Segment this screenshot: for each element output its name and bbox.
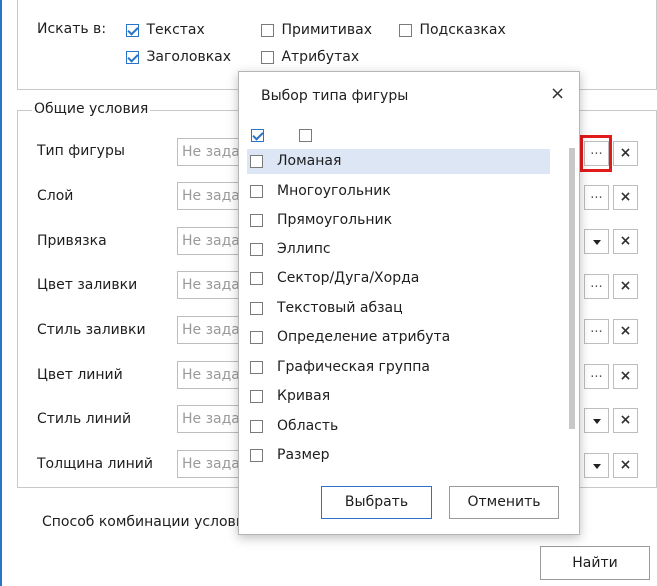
line-style-label: Стиль линий <box>37 411 132 427</box>
shape-type-clear-button[interactable]: × <box>613 141 638 166</box>
list-item[interactable]: Кривая <box>247 384 550 409</box>
item-checkbox[interactable] <box>250 302 263 315</box>
line-width-label: Толщина линий <box>37 456 153 472</box>
list-item[interactable]: Сектор/Дуга/Хорда <box>247 266 550 291</box>
primitives-checkbox[interactable] <box>261 23 274 37</box>
binding-dropdown-button[interactable] <box>584 229 609 254</box>
line-color-browse-button[interactable]: ... <box>584 364 609 389</box>
item-label: Область <box>277 418 339 434</box>
item-checkbox[interactable] <box>250 361 263 374</box>
item-checkbox[interactable] <box>250 214 263 227</box>
fill-color-label: Цвет заливки <box>37 277 138 293</box>
shape-type-label: Тип фигуры <box>37 143 125 159</box>
list-item[interactable]: Область <box>247 414 550 439</box>
deselect-all-checkbox[interactable] <box>299 128 313 142</box>
item-label: Многоугольник <box>277 183 391 199</box>
line-width-dropdown-button[interactable] <box>584 453 609 478</box>
dialog-title: Выбор типа фигуры <box>261 88 409 104</box>
primitives-label: Примитивах <box>281 22 372 38</box>
list-scrollbar[interactable] <box>569 148 575 429</box>
binding-field[interactable]: Не задано <box>177 227 247 255</box>
item-label: Ломаная <box>277 153 342 169</box>
shape-type-dialog: Выбор типа фигуры × Ломаная Многоугольни… <box>238 71 580 535</box>
chevron-down-icon <box>592 240 601 245</box>
binding-label: Привязка <box>37 233 107 249</box>
hints-label: Подсказках <box>419 22 506 38</box>
list-item[interactable]: Многоугольник <box>247 179 550 204</box>
fill-color-browse-button[interactable]: ... <box>584 274 609 299</box>
window-left-edge <box>0 0 2 586</box>
texts-checkbox[interactable] <box>126 23 139 37</box>
list-item[interactable]: Текстовый абзац <box>247 296 550 321</box>
find-button[interactable]: Найти <box>540 546 650 580</box>
fill-style-field[interactable]: Не задано <box>177 316 247 344</box>
item-label: Прямоугольник <box>277 212 393 228</box>
fill-color-clear-button[interactable]: × <box>613 274 638 299</box>
item-checkbox[interactable] <box>250 420 263 433</box>
line-color-clear-button[interactable]: × <box>613 364 638 389</box>
item-label: Текстовый абзац <box>277 300 403 316</box>
search-in-attributes-option[interactable]: Атрибутах <box>261 49 359 65</box>
search-in-label: Искать в: <box>37 21 107 37</box>
line-color-field[interactable]: Не задано <box>177 361 247 389</box>
item-label: Определение атрибута <box>277 329 451 345</box>
chevron-down-icon <box>592 419 601 424</box>
highlight-frame <box>580 135 612 172</box>
fill-style-label: Стиль заливки <box>37 322 146 338</box>
item-checkbox[interactable] <box>250 155 263 168</box>
chevron-down-icon <box>592 464 601 469</box>
line-style-clear-button[interactable]: × <box>613 408 638 433</box>
headers-checkbox[interactable] <box>126 50 139 64</box>
select-button[interactable]: Выбрать <box>321 486 432 519</box>
binding-clear-button[interactable]: × <box>613 229 638 254</box>
line-style-field[interactable]: Не задано <box>177 405 247 433</box>
search-in-hints-option[interactable]: Подсказках <box>399 22 506 38</box>
item-checkbox[interactable] <box>250 185 263 198</box>
fill-style-browse-button[interactable]: ... <box>584 319 609 344</box>
select-all-checkbox[interactable] <box>251 128 264 142</box>
layer-clear-button[interactable]: × <box>613 185 638 210</box>
list-item[interactable]: Ломаная <box>247 149 550 174</box>
item-checkbox[interactable] <box>250 243 263 256</box>
cancel-button[interactable]: Отменить <box>449 486 559 519</box>
search-in-primitives-option[interactable]: Примитивах <box>261 22 372 38</box>
item-checkbox[interactable] <box>250 331 263 344</box>
item-checkbox[interactable] <box>250 449 263 462</box>
item-label: Графическая группа <box>277 359 430 375</box>
fill-style-clear-button[interactable]: × <box>613 319 638 344</box>
search-in-headers-option[interactable]: Заголовках <box>126 49 231 65</box>
headers-label: Заголовках <box>146 49 232 65</box>
close-icon[interactable]: × <box>550 83 565 104</box>
line-width-clear-button[interactable]: × <box>613 453 638 478</box>
item-checkbox[interactable] <box>250 272 263 285</box>
item-checkbox[interactable] <box>250 390 263 403</box>
search-in-texts-option[interactable]: Текстах <box>126 22 205 38</box>
item-label: Кривая <box>277 388 331 404</box>
line-style-dropdown-button[interactable] <box>584 408 609 433</box>
list-item[interactable]: Прямоугольник <box>247 208 550 233</box>
texts-label: Текстах <box>146 22 205 38</box>
combine-method-label: Способ комбинации условий <box>42 514 238 530</box>
item-label: Эллипс <box>277 241 331 257</box>
item-label: Размер <box>277 447 330 463</box>
list-item[interactable]: Графическая группа <box>247 355 550 380</box>
list-item[interactable]: Определение атрибута <box>247 325 550 350</box>
fill-color-field[interactable]: Не задано <box>177 271 247 299</box>
list-item[interactable]: Эллипс <box>247 237 550 262</box>
line-color-label: Цвет линий <box>37 367 123 383</box>
list-item[interactable]: Размер <box>247 443 550 468</box>
item-label: Сектор/Дуга/Хорда <box>277 270 420 286</box>
general-conditions-title: Общие условия <box>32 101 151 117</box>
layer-field[interactable]: Не задано <box>177 182 247 210</box>
layer-label: Слой <box>37 188 74 204</box>
attributes-checkbox[interactable] <box>261 50 274 64</box>
shape-type-field[interactable]: Не задано <box>177 138 247 166</box>
hints-checkbox[interactable] <box>399 23 412 37</box>
attributes-label: Атрибутах <box>281 49 360 65</box>
line-width-field[interactable]: Не задано <box>177 450 247 478</box>
layer-browse-button[interactable]: ... <box>584 185 609 210</box>
